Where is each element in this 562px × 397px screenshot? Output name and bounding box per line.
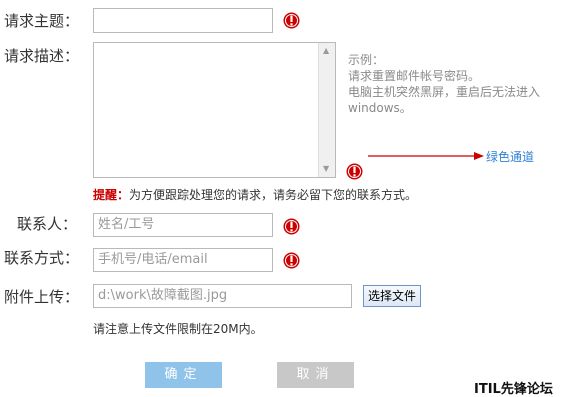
textarea-scrollbar[interactable]: ▲ ▼	[318, 43, 335, 177]
example-text: 示例： 请求重置邮件帐号密码。 电脑主机突然黑屏，重启后无法进入 windows…	[348, 52, 540, 116]
reminder-prefix: 提醒：	[93, 188, 130, 202]
description-textarea[interactable]: ▲ ▼	[93, 42, 336, 178]
contact-input[interactable]: 姓名/工号	[93, 213, 273, 237]
subject-label: 请求主题：	[4, 12, 80, 30]
example-line: 请求重置邮件帐号密码。	[348, 69, 481, 83]
description-label: 请求描述：	[4, 47, 80, 65]
attachment-path-input[interactable]: d:\work\故障截图.jpg	[93, 284, 352, 308]
scroll-up-icon[interactable]: ▲	[323, 47, 329, 55]
forum-watermark: ITIL先锋论坛	[474, 382, 553, 397]
right-arrow-icon	[368, 152, 484, 160]
example-line: 电脑主机突然黑屏，重启后无法进入	[348, 85, 541, 99]
required-icon	[346, 163, 363, 180]
contact-label: 联系人：	[17, 215, 78, 233]
scroll-down-icon[interactable]: ▼	[323, 165, 329, 173]
choose-file-button[interactable]: 选择文件	[363, 285, 422, 307]
cancel-button[interactable]: 取消	[277, 362, 354, 388]
required-icon	[283, 218, 300, 235]
required-icon	[283, 252, 300, 269]
confirm-button[interactable]: 确定	[145, 362, 222, 388]
green-channel-link[interactable]: 绿色通道	[486, 148, 534, 165]
upload-size-note: 请注意上传文件限制在20M内。	[93, 322, 263, 336]
attachment-label: 附件上传：	[4, 288, 80, 306]
reminder-text: 为方便跟踪处理您的请求，请务必留下您的联系方式。	[129, 188, 418, 202]
example-line: windows。	[348, 101, 412, 115]
required-icon	[283, 12, 300, 29]
contact-method-label: 联系方式：	[4, 249, 80, 267]
contact-method-input[interactable]: 手机号/电话/email	[93, 248, 273, 272]
subject-input[interactable]	[93, 8, 273, 33]
example-line: 示例：	[348, 53, 385, 67]
contact-reminder: 提醒：为方便跟踪处理您的请求，请务必留下您的联系方式。	[93, 186, 417, 203]
